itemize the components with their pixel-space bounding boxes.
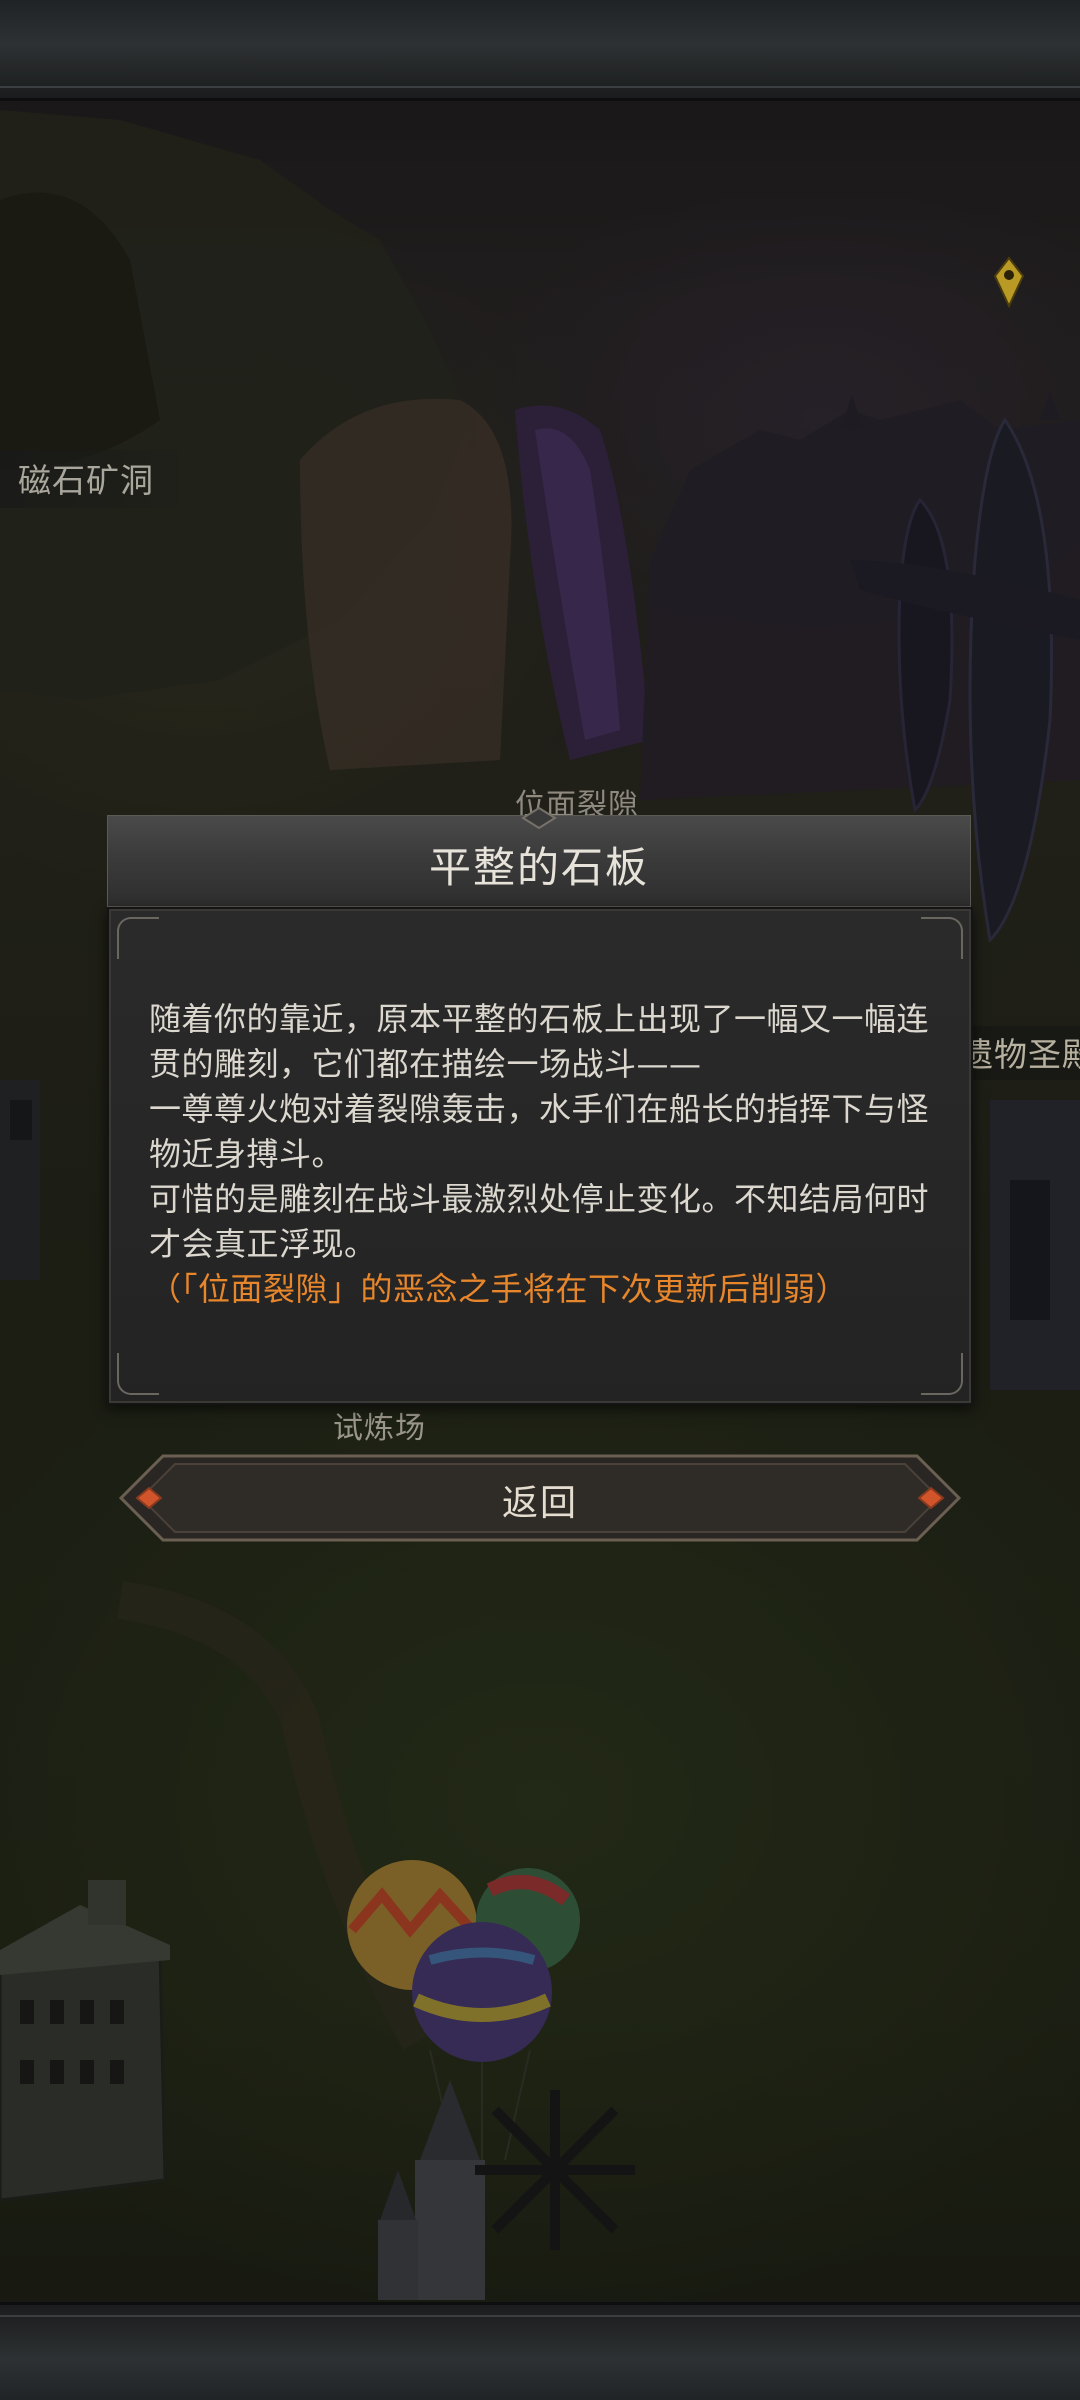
map-pin-icon[interactable] (992, 256, 1026, 308)
corner-ornament (921, 917, 963, 959)
map-location-shengdian[interactable]: 遗物圣殿 (960, 1026, 1080, 1080)
description-paragraph: 随着你的靠近，原本平整的石板上出现了一幅又一幅连贯的雕刻，它们都在描绘一场战斗—… (149, 1000, 930, 1083)
update-notice: （「位面裂隙」的恶念之手将在下次更新后削弱） (149, 1270, 849, 1308)
dialog-title: 平整的石板 (428, 843, 649, 892)
map-location-cishi-kuangdong[interactable]: 磁石矿洞 (0, 450, 178, 508)
corner-ornament (117, 917, 159, 959)
diamond-ornament-icon (521, 806, 557, 830)
dialog-header: 平整的石板 (107, 806, 971, 907)
corner-ornament (921, 1353, 963, 1395)
corner-ornament (117, 1353, 159, 1395)
game-screen: 磁石矿洞 位面裂隙 试炼场 遗物圣殿 平整的石板 随着你的靠近，原本平整的石板上… (0, 0, 1080, 2400)
return-button[interactable]: 返回 (117, 1452, 963, 1544)
return-button-label: 返回 (501, 1483, 578, 1524)
stone-tablet-dialog: 平整的石板 随着你的靠近，原本平整的石板上出现了一幅又一幅连贯的雕刻，它们都在描… (107, 806, 973, 1405)
map-location-shilianchang[interactable]: 试炼场 (333, 1403, 426, 1447)
top-frame-border (0, 0, 1080, 101)
description-paragraph: 可惜的是雕刻在战斗最激烈处停止变化。不知结局何时才会真正浮现。 (149, 1180, 930, 1263)
bottom-frame-border (0, 2302, 1080, 2400)
description-paragraph: 一尊尊火炮对着裂隙轰击，水手们在船长的指挥下与怪物近身搏斗。 (149, 1090, 930, 1173)
dialog-body: 随着你的靠近，原本平整的石板上出现了一幅又一幅连贯的雕刻，它们都在描绘一场战斗—… (107, 907, 973, 1405)
dialog-description: 随着你的靠近，原本平整的石板上出现了一幅又一幅连贯的雕刻，它们都在描绘一场战斗—… (149, 997, 939, 1312)
